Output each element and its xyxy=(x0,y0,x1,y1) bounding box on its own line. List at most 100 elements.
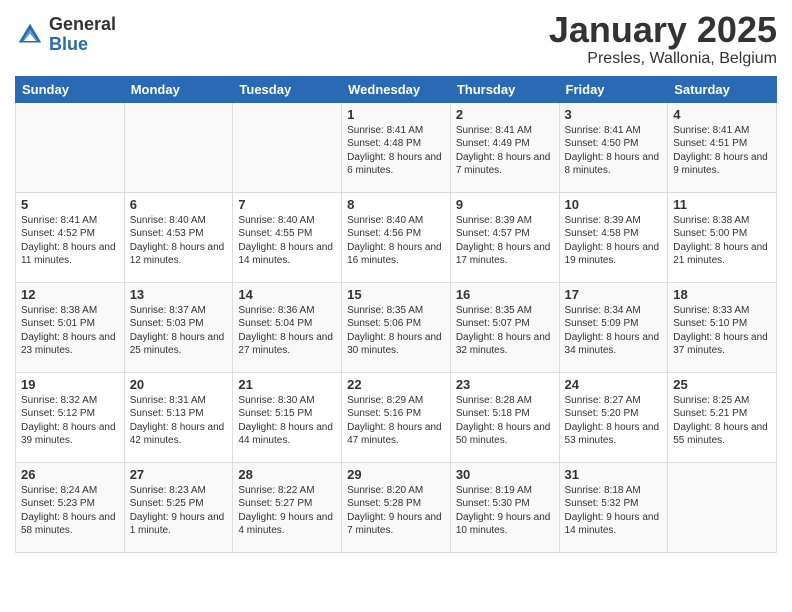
calendar-day-12: 12 Sunrise: 8:38 AM Sunset: 5:01 PM Dayli… xyxy=(16,282,125,372)
day-info: Sunrise: 8:39 AM Sunset: 4:58 PM Dayligh… xyxy=(565,214,663,268)
calendar-day-17: 17 Sunrise: 8:34 AM Sunset: 5:09 PM Dayli… xyxy=(559,282,668,372)
day-info: Sunrise: 8:35 AM Sunset: 5:06 PM Dayligh… xyxy=(347,304,445,358)
calendar-empty-cell xyxy=(233,102,342,192)
day-number: 9 xyxy=(456,197,554,212)
logo-text: General Blue xyxy=(49,15,116,55)
day-info: Sunrise: 8:22 AM Sunset: 5:27 PM Dayligh… xyxy=(238,484,336,538)
day-number: 30 xyxy=(456,467,554,482)
day-number: 16 xyxy=(456,287,554,302)
calendar-day-22: 22Sunrise: 8:29 AM Sunset: 5:16 PM Dayli… xyxy=(342,372,451,462)
weekday-header-saturday: Saturday xyxy=(668,76,777,102)
day-info: Sunrise: 8:40 AM Sunset: 4:56 PM Dayligh… xyxy=(347,214,445,268)
calendar-day-3: 3 Sunrise: 8:41 AM Sunset: 4:50 PM Daylig… xyxy=(559,102,668,192)
day-number: 12 xyxy=(21,287,119,302)
month-title: January 2025 xyxy=(549,10,777,50)
day-info: Sunrise: 8:41 AM Sunset: 4:51 PM Dayligh… xyxy=(673,124,771,178)
weekday-header-wednesday: Wednesday xyxy=(342,76,451,102)
logo-general: General xyxy=(49,15,116,35)
calendar-day-24: 24 Sunrise: 8:27 AM Sunset: 5:20 PM Dayli… xyxy=(559,372,668,462)
day-number: 22 xyxy=(347,377,445,392)
day-number: 6 xyxy=(130,197,228,212)
day-number: 29 xyxy=(347,467,445,482)
calendar-day-7: 7Sunrise: 8:40 AM Sunset: 4:55 PM Daylig… xyxy=(233,192,342,282)
day-info: Sunrise: 8:41 AM Sunset: 4:48 PM Dayligh… xyxy=(347,124,445,178)
day-number: 25 xyxy=(673,377,771,392)
day-number: 5 xyxy=(21,197,119,212)
weekday-header-tuesday: Tuesday xyxy=(233,76,342,102)
weekday-header-row: SundayMondayTuesdayWednesdayThursdayFrid… xyxy=(16,76,777,102)
calendar-day-27: 27 Sunrise: 8:23 AM Sunset: 5:25 PM Dayli… xyxy=(124,462,233,552)
day-number: 24 xyxy=(565,377,663,392)
location: Presles, Wallonia, Belgium xyxy=(549,50,777,68)
calendar-empty-cell xyxy=(124,102,233,192)
calendar-day-14: 14 Sunrise: 8:36 AM Sunset: 5:04 PM Dayli… xyxy=(233,282,342,372)
calendar-day-5: 5 Sunrise: 8:41 AM Sunset: 4:52 PM Daylig… xyxy=(16,192,125,282)
day-info: Sunrise: 8:36 AM Sunset: 5:04 PM Dayligh… xyxy=(238,304,336,358)
calendar-empty-cell xyxy=(668,462,777,552)
day-info: Sunrise: 8:35 AM Sunset: 5:07 PM Dayligh… xyxy=(456,304,554,358)
day-info: Sunrise: 8:38 AM Sunset: 5:00 PM Dayligh… xyxy=(673,214,771,268)
day-number: 3 xyxy=(565,107,663,122)
calendar-day-11: 11Sunrise: 8:38 AM Sunset: 5:00 PM Dayli… xyxy=(668,192,777,282)
day-info: Sunrise: 8:37 AM Sunset: 5:03 PM Dayligh… xyxy=(130,304,228,358)
day-info: Sunrise: 8:41 AM Sunset: 4:49 PM Dayligh… xyxy=(456,124,554,178)
calendar-day-16: 16 Sunrise: 8:35 AM Sunset: 5:07 PM Dayli… xyxy=(450,282,559,372)
calendar-day-19: 19 Sunrise: 8:32 AM Sunset: 5:12 PM Dayli… xyxy=(16,372,125,462)
day-number: 10 xyxy=(565,197,663,212)
day-info: Sunrise: 8:38 AM Sunset: 5:01 PM Dayligh… xyxy=(21,304,119,358)
calendar-day-26: 26 Sunrise: 8:24 AM Sunset: 5:23 PM Dayli… xyxy=(16,462,125,552)
day-number: 17 xyxy=(565,287,663,302)
day-number: 13 xyxy=(130,287,228,302)
title-block: January 2025 Presles, Wallonia, Belgium xyxy=(549,10,777,68)
day-info: Sunrise: 8:23 AM Sunset: 5:25 PM Dayligh… xyxy=(130,484,228,538)
day-number: 19 xyxy=(21,377,119,392)
day-number: 14 xyxy=(238,287,336,302)
day-info: Sunrise: 8:24 AM Sunset: 5:23 PM Dayligh… xyxy=(21,484,119,538)
calendar-day-29: 29 Sunrise: 8:20 AM Sunset: 5:28 PM Dayli… xyxy=(342,462,451,552)
calendar-day-31: 31 Sunrise: 8:18 AM Sunset: 5:32 PM Dayli… xyxy=(559,462,668,552)
day-number: 4 xyxy=(673,107,771,122)
calendar-day-28: 28Sunrise: 8:22 AM Sunset: 5:27 PM Dayli… xyxy=(233,462,342,552)
calendar-table: SundayMondayTuesdayWednesdayThursdayFrid… xyxy=(15,76,777,553)
calendar-day-1: 1 Sunrise: 8:41 AM Sunset: 4:48 PM Daylig… xyxy=(342,102,451,192)
day-info: Sunrise: 8:41 AM Sunset: 4:50 PM Dayligh… xyxy=(565,124,663,178)
calendar-week-3: 12 Sunrise: 8:38 AM Sunset: 5:01 PM Dayli… xyxy=(16,282,777,372)
day-number: 8 xyxy=(347,197,445,212)
day-number: 23 xyxy=(456,377,554,392)
calendar-body: 1 Sunrise: 8:41 AM Sunset: 4:48 PM Daylig… xyxy=(16,102,777,552)
weekday-header-monday: Monday xyxy=(124,76,233,102)
day-number: 26 xyxy=(21,467,119,482)
weekday-header-thursday: Thursday xyxy=(450,76,559,102)
day-info: Sunrise: 8:31 AM Sunset: 5:13 PM Dayligh… xyxy=(130,394,228,448)
logo-icon xyxy=(15,20,45,50)
day-info: Sunrise: 8:28 AM Sunset: 5:18 PM Dayligh… xyxy=(456,394,554,448)
day-info: Sunrise: 8:18 AM Sunset: 5:32 PM Dayligh… xyxy=(565,484,663,538)
day-info: Sunrise: 8:32 AM Sunset: 5:12 PM Dayligh… xyxy=(21,394,119,448)
weekday-header-friday: Friday xyxy=(559,76,668,102)
calendar-day-10: 10 Sunrise: 8:39 AM Sunset: 4:58 PM Dayli… xyxy=(559,192,668,282)
day-number: 2 xyxy=(456,107,554,122)
day-info: Sunrise: 8:33 AM Sunset: 5:10 PM Dayligh… xyxy=(673,304,771,358)
day-info: Sunrise: 8:41 AM Sunset: 4:52 PM Dayligh… xyxy=(21,214,119,268)
day-info: Sunrise: 8:30 AM Sunset: 5:15 PM Dayligh… xyxy=(238,394,336,448)
calendar-day-8: 8 Sunrise: 8:40 AM Sunset: 4:56 PM Daylig… xyxy=(342,192,451,282)
calendar-week-4: 19 Sunrise: 8:32 AM Sunset: 5:12 PM Dayli… xyxy=(16,372,777,462)
calendar-empty-cell xyxy=(16,102,125,192)
calendar-day-20: 20Sunrise: 8:31 AM Sunset: 5:13 PM Dayli… xyxy=(124,372,233,462)
weekday-header-sunday: Sunday xyxy=(16,76,125,102)
logo-blue: Blue xyxy=(49,35,116,55)
day-info: Sunrise: 8:20 AM Sunset: 5:28 PM Dayligh… xyxy=(347,484,445,538)
calendar-day-25: 25Sunrise: 8:25 AM Sunset: 5:21 PM Dayli… xyxy=(668,372,777,462)
day-number: 31 xyxy=(565,467,663,482)
day-info: Sunrise: 8:39 AM Sunset: 4:57 PM Dayligh… xyxy=(456,214,554,268)
day-number: 1 xyxy=(347,107,445,122)
calendar-day-30: 30Sunrise: 8:19 AM Sunset: 5:30 PM Dayli… xyxy=(450,462,559,552)
calendar-header: SundayMondayTuesdayWednesdayThursdayFrid… xyxy=(16,76,777,102)
day-number: 27 xyxy=(130,467,228,482)
day-number: 15 xyxy=(347,287,445,302)
day-number: 18 xyxy=(673,287,771,302)
calendar-day-13: 13 Sunrise: 8:37 AM Sunset: 5:03 PM Dayli… xyxy=(124,282,233,372)
day-info: Sunrise: 8:27 AM Sunset: 5:20 PM Dayligh… xyxy=(565,394,663,448)
day-info: Sunrise: 8:34 AM Sunset: 5:09 PM Dayligh… xyxy=(565,304,663,358)
calendar-day-2: 2 Sunrise: 8:41 AM Sunset: 4:49 PM Daylig… xyxy=(450,102,559,192)
